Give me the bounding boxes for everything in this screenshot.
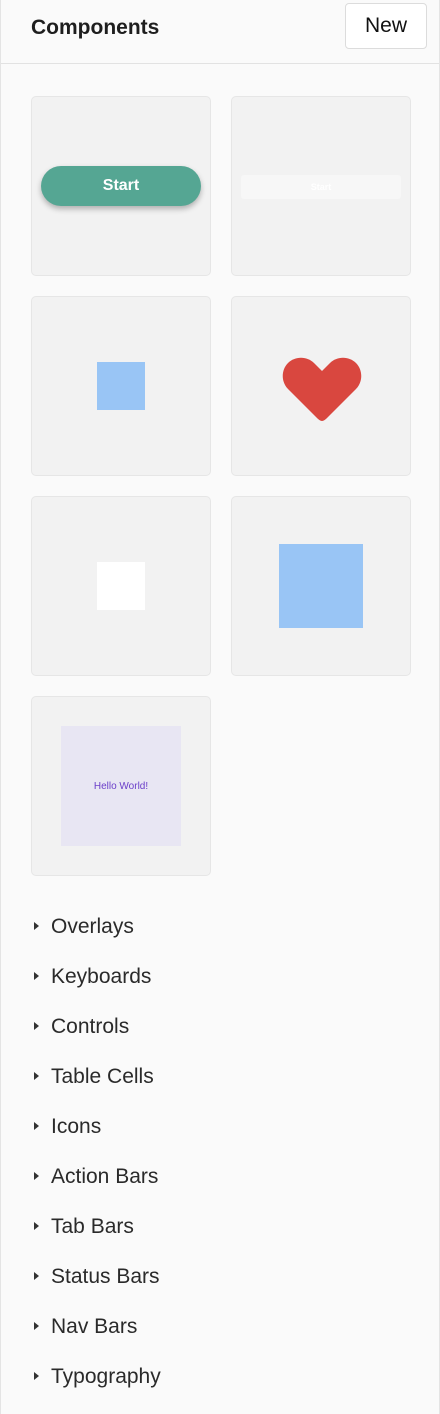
- section-label: Nav Bars: [51, 1315, 138, 1338]
- panel-title: Components: [31, 16, 160, 39]
- section-label: Tab Bars: [51, 1215, 134, 1238]
- ghost-button-preview: Start: [241, 175, 401, 199]
- component-card-ghost-button[interactable]: Start: [231, 96, 411, 276]
- blue-square-preview: [97, 362, 145, 410]
- component-card-hello-world[interactable]: Hello World!: [31, 696, 211, 876]
- component-card-white-square[interactable]: [31, 496, 211, 676]
- section-item-icons[interactable]: Icons: [1, 1102, 439, 1152]
- component-card-heart[interactable]: [231, 296, 411, 476]
- caret-right-icon: [34, 1272, 39, 1280]
- section-list: Overlays Keyboards Controls Table Cells …: [1, 902, 439, 1402]
- caret-right-icon: [34, 1372, 39, 1380]
- section-item-table-cells[interactable]: Table Cells: [1, 1052, 439, 1102]
- large-blue-square-preview: [279, 544, 363, 628]
- section-item-nav-bars[interactable]: Nav Bars: [1, 1302, 439, 1352]
- section-label: Controls: [51, 1015, 130, 1038]
- caret-right-icon: [34, 1322, 39, 1330]
- caret-right-icon: [34, 922, 39, 930]
- section-item-keyboards[interactable]: Keyboards: [1, 952, 439, 1002]
- heart-icon: [282, 357, 362, 421]
- component-card-start-button[interactable]: Start: [31, 96, 211, 276]
- start-button-preview: Start: [41, 166, 201, 206]
- caret-right-icon: [34, 972, 39, 980]
- hello-world-preview: Hello World!: [61, 726, 181, 846]
- component-card-large-blue-square[interactable]: [231, 496, 411, 676]
- section-item-controls[interactable]: Controls: [1, 1002, 439, 1052]
- caret-right-icon: [34, 1072, 39, 1080]
- section-item-typography[interactable]: Typography: [1, 1352, 439, 1402]
- panel-header: Components New: [1, 0, 439, 64]
- section-label: Icons: [51, 1115, 102, 1138]
- section-label: Typography: [51, 1365, 161, 1388]
- caret-right-icon: [34, 1222, 39, 1230]
- section-item-action-bars[interactable]: Action Bars: [1, 1152, 439, 1202]
- section-item-overlays[interactable]: Overlays: [1, 902, 439, 952]
- section-label: Status Bars: [51, 1265, 160, 1288]
- section-item-tab-bars[interactable]: Tab Bars: [1, 1202, 439, 1252]
- section-label: Overlays: [51, 915, 134, 938]
- section-item-status-bars[interactable]: Status Bars: [1, 1252, 439, 1302]
- components-panel: Components New Start Start Hello World! …: [0, 0, 440, 1414]
- new-button[interactable]: New: [345, 3, 427, 49]
- white-square-preview: [97, 562, 145, 610]
- caret-right-icon: [34, 1022, 39, 1030]
- caret-right-icon: [34, 1172, 39, 1180]
- section-label: Table Cells: [51, 1065, 154, 1088]
- section-label: Action Bars: [51, 1165, 159, 1188]
- caret-right-icon: [34, 1122, 39, 1130]
- component-card-blue-square[interactable]: [31, 296, 211, 476]
- section-label: Keyboards: [51, 965, 152, 988]
